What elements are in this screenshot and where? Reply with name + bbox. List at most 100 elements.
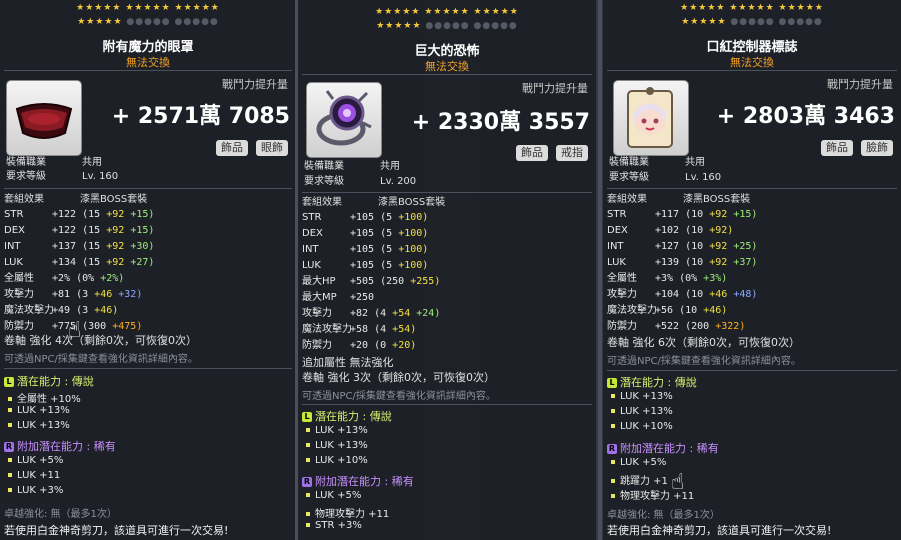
stat-label: LUK <box>4 257 23 268</box>
stat-label: LUK <box>302 260 321 271</box>
stat-label: LUK <box>607 257 626 268</box>
item-icon[interactable] <box>306 82 382 158</box>
set-name: 漆黑BOSS套裝 <box>378 197 446 208</box>
stat-row: 攻擊力 +81 (3 +46 +32) <box>4 288 142 302</box>
stat-row: STR +105 (5 +100) <box>302 211 428 225</box>
stat-label: STR <box>607 209 627 220</box>
stat-mid: (200 <box>685 321 710 332</box>
potential-title-text: 潛在能力 : 傳說 <box>315 410 392 423</box>
stat-row: 攻擊力 +82 (4 +54 +24) <box>302 307 440 321</box>
potential-title-text: 潛在能力 : 傳說 <box>17 375 94 388</box>
stat-mid: (4 <box>374 308 387 319</box>
job-row: 裝備職業 共用 <box>304 160 400 174</box>
stat-y: +92 <box>106 257 125 268</box>
stat-y: +92) <box>709 225 734 236</box>
combat-power-label: 戰鬥力提升量 <box>827 78 893 91</box>
stat-row: INT +127 (10 +92 +25) <box>607 240 757 254</box>
set-name: 漆黑BOSS套裝 <box>683 194 751 205</box>
stat-y: +46 <box>709 289 728 300</box>
potential-line: LUK +13% <box>306 440 368 451</box>
stat-base: +137 <box>52 241 77 252</box>
item-title: 口紅控制器標誌 <box>706 40 798 55</box>
stat-y: +92 <box>709 241 728 252</box>
stat-row: 攻擊力 +104 (10 +46 +48) <box>607 288 757 302</box>
stat-row: 魔法攻擊力+56 (10 +46) <box>607 304 727 318</box>
star-force-row-1: ★★★★★ ★★★★★ ★★★★★ <box>375 7 519 17</box>
stat-mid: (300 <box>82 321 107 332</box>
stat-y: +46 <box>94 289 113 300</box>
level-value: Lv. 160 <box>685 172 722 183</box>
stat-mid: (10 <box>685 241 704 252</box>
stat-mid: (3 <box>76 305 89 316</box>
stat-y: +92 <box>709 209 728 220</box>
stat-label: 魔法攻擊力 <box>302 324 352 335</box>
eye-patch-icon <box>15 103 73 139</box>
stat-mid: (15 <box>82 241 101 252</box>
stat-row: DEX +105 (5 +100) <box>302 227 428 241</box>
stat-label: 防禦力 <box>607 321 637 332</box>
stat-mid: (10 <box>685 225 704 236</box>
item-icon[interactable] <box>613 80 689 156</box>
legendary-badge-icon: L <box>607 378 617 388</box>
additional-potential-title-text: 附加潛在能力 : 稀有 <box>17 440 116 453</box>
stat-y: +100) <box>398 260 429 271</box>
stat-mid: (10 <box>685 289 704 300</box>
set-row: 套組效果 漆黑BOSS套裝 <box>4 193 147 207</box>
stat-y: +92 <box>709 257 728 268</box>
additional-potential-line: LUK +3% <box>8 485 63 496</box>
stat-label: INT <box>607 241 624 252</box>
potential-title: L 潛在能力 : 傳說 <box>302 408 392 424</box>
potential-line: LUK +13% <box>611 406 673 417</box>
stat-mid: (15 <box>82 257 101 268</box>
set-name: 漆黑BOSS套裝 <box>80 194 148 205</box>
stat-label: 最大HP <box>302 276 336 287</box>
stat-y: +46) <box>94 305 119 316</box>
additional-potential-line: LUK +5% <box>611 457 666 468</box>
stat-g: +25) <box>733 241 758 252</box>
level-label: 要求等級 <box>304 176 344 187</box>
category-tag: 飾品 <box>821 140 853 156</box>
stat-label: DEX <box>607 225 628 236</box>
stat-mid: (15 <box>82 209 101 220</box>
stat-base: +127 <box>655 241 680 252</box>
additional-potential-title-text: 附加潛在能力 : 稀有 <box>315 475 414 488</box>
stat-g: +37) <box>733 257 758 268</box>
stat-label: 魔法攻擊力 <box>4 305 54 316</box>
hand-cursor-icon: ☝ <box>671 470 685 495</box>
trade-status: 無法交換 <box>425 60 469 73</box>
stat-mid: (250 <box>380 276 405 287</box>
potential-title-text: 潛在能力 : 傳說 <box>620 376 697 389</box>
stat-g: +15) <box>130 225 155 236</box>
stat-base: +82 <box>350 308 369 319</box>
level-row: 要求等級 Lv. 160 <box>6 170 118 184</box>
star-force-row-2: ★★★★★ ●●●●● ●●●●● <box>681 17 823 27</box>
legendary-badge-icon: L <box>4 377 14 387</box>
stat-row: LUK +134 (15 +92 +27) <box>4 256 154 270</box>
divider <box>302 192 592 193</box>
set-label: 套組效果 <box>607 194 647 205</box>
item-icon[interactable] <box>6 80 82 156</box>
star-force-row-1: ★★★★★ ★★★★★ ★★★★★ <box>680 3 824 13</box>
job-row: 裝備職業 共用 <box>6 156 102 170</box>
job-label: 裝備職業 <box>609 157 649 168</box>
job-label: 裝備職業 <box>304 161 344 172</box>
type-tag: 戒指 <box>556 145 588 161</box>
face-tag-icon <box>627 87 673 148</box>
item-title: 附有魔力的眼罩 <box>102 40 194 55</box>
additional-potential-line: STR +3% <box>306 520 362 531</box>
stat-row: INT +137 (15 +92 +30) <box>4 240 154 254</box>
tooltip-comparison-view: ★★★★★ ★★★★★ ★★★★★ ★★★★★ ●●●●● ●●●●● 附有魔力… <box>0 0 901 540</box>
stat-y: +20) <box>392 340 417 351</box>
panel-separator <box>598 0 602 540</box>
stat-y: +255) <box>410 276 441 287</box>
stat-y: +54) <box>392 324 417 335</box>
stat-row: 防禦力 +522 (200 +322) <box>607 320 745 334</box>
stat-b: +48) <box>733 289 758 300</box>
additional-potential-title: R 附加潛在能力 : 稀有 <box>302 473 414 489</box>
scroll-upgrades: 卷軸 強化 3次（剩餘0次，可恢復0次） <box>302 371 495 384</box>
stat-g: +15) <box>733 209 758 220</box>
category-tag: 飾品 <box>516 145 548 161</box>
stat-b: +32) <box>118 289 143 300</box>
category-tag: 飾品 <box>216 140 248 156</box>
level-value: Lv. 200 <box>380 176 417 187</box>
